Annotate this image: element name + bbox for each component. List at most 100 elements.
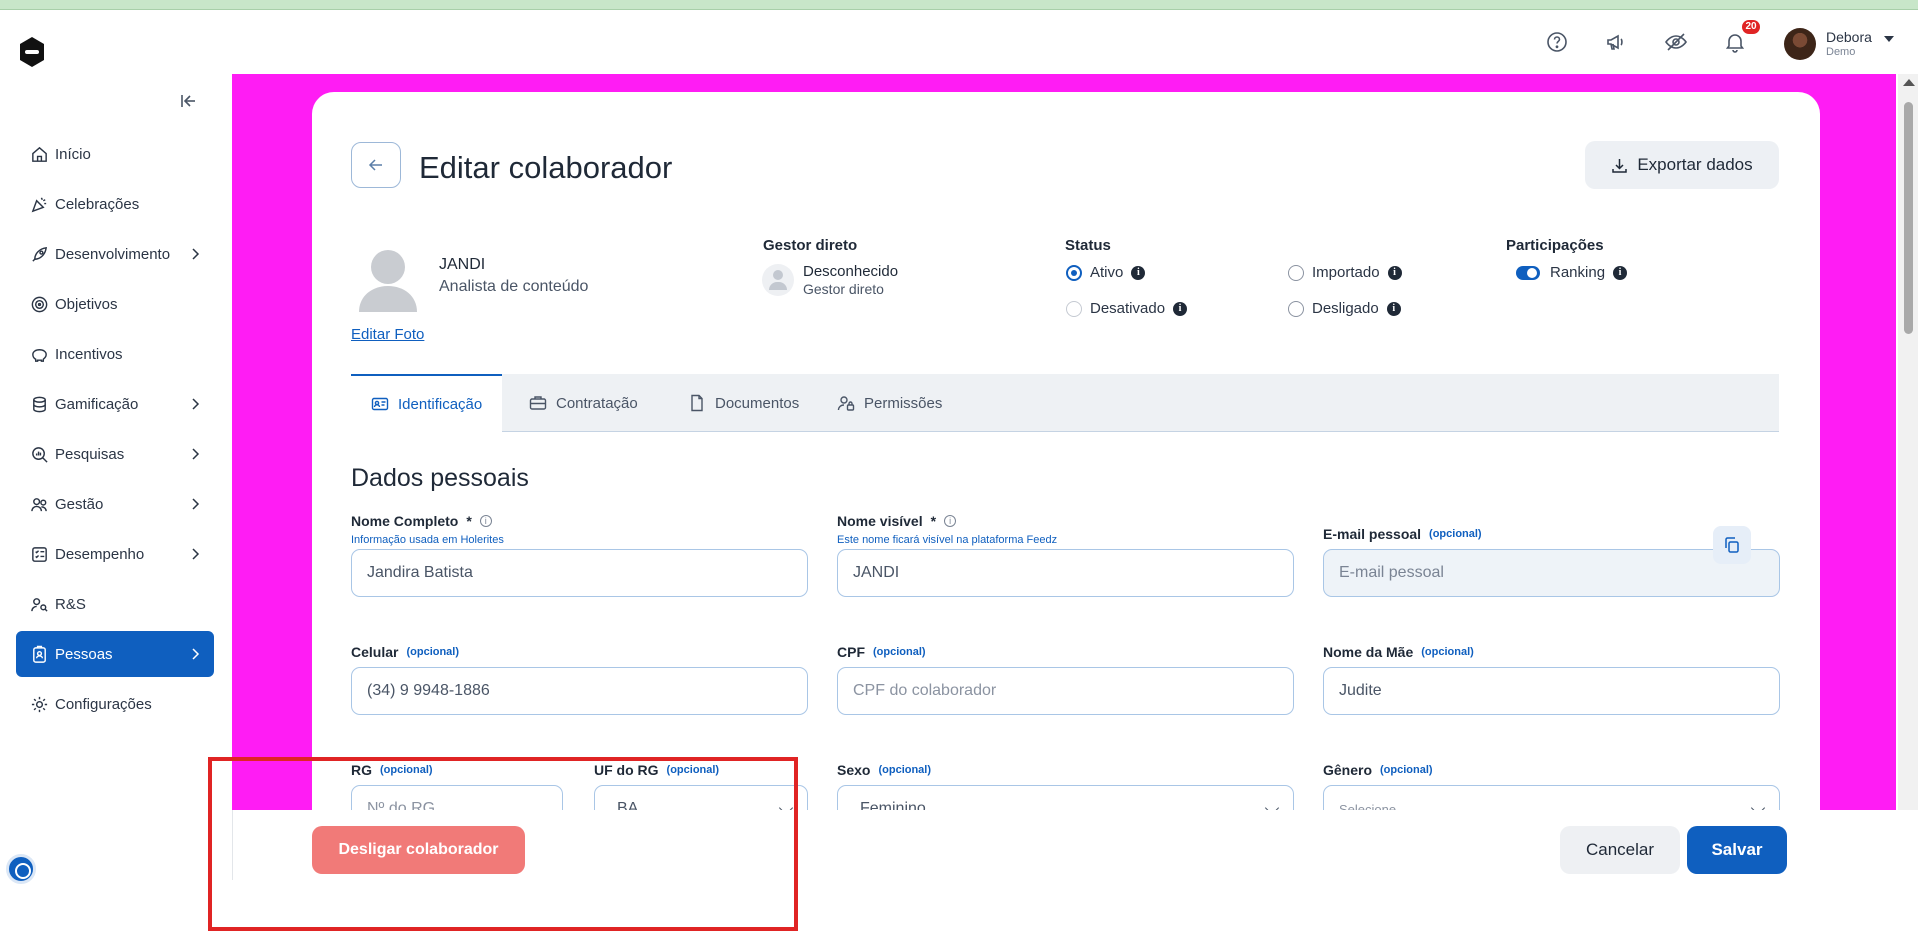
people-search-icon bbox=[31, 597, 48, 612]
info-icon[interactable]: i bbox=[1387, 265, 1402, 280]
sidebar-item-inicio[interactable]: Início bbox=[16, 131, 214, 177]
browser-top-strip bbox=[0, 0, 1918, 10]
copy-button[interactable] bbox=[1713, 526, 1751, 564]
edit-employee-card: Editar colaborador Exportar dados JANDI … bbox=[312, 92, 1820, 810]
nome-visivel-input[interactable]: JANDI bbox=[837, 549, 1294, 597]
download-icon bbox=[1612, 158, 1628, 173]
info-outline-icon[interactable]: i bbox=[479, 515, 492, 527]
chevron-right-icon bbox=[192, 398, 200, 410]
scrollbar-thumb[interactable] bbox=[1904, 102, 1913, 334]
email-field[interactable]: E-mail pessoal bbox=[1323, 549, 1780, 597]
chevron-right-icon bbox=[192, 548, 200, 560]
status-label: Ativo bbox=[1090, 264, 1124, 281]
sidebar-item-gamificacao[interactable]: Gamificação bbox=[16, 381, 214, 427]
genero-select[interactable]: Selecione bbox=[1323, 785, 1780, 810]
cpf-input[interactable]: CPF do colaborador bbox=[837, 667, 1294, 715]
manager-name: Desconhecido bbox=[803, 263, 899, 280]
sidebar-item-pesquisas[interactable]: Pesquisas bbox=[16, 431, 214, 477]
sidebar-item-label: Início bbox=[55, 145, 91, 163]
status-radio-desativado[interactable]: Desativado i bbox=[1066, 300, 1188, 317]
party-icon bbox=[31, 197, 47, 212]
save-button[interactable]: Salvar bbox=[1687, 826, 1787, 874]
people-icon bbox=[31, 497, 47, 511]
sidebar-item-label: Celebrações bbox=[55, 195, 140, 213]
collapse-sidebar-icon[interactable] bbox=[178, 92, 200, 110]
scrollbar[interactable] bbox=[1898, 74, 1918, 810]
help-icon[interactable] bbox=[1545, 30, 1569, 54]
sidebar-item-label: Desempenho bbox=[55, 545, 145, 563]
status-radio-importado[interactable]: Importado i bbox=[1288, 264, 1402, 281]
user-role: Demo bbox=[1826, 46, 1856, 58]
celular-input[interactable]: (34) 9 9948-1886 bbox=[351, 667, 808, 715]
tab-identificacao[interactable]: Identificação bbox=[351, 374, 503, 432]
nome-completo-label: Nome Completo * i bbox=[351, 513, 492, 529]
avatar[interactable] bbox=[1784, 28, 1816, 60]
info-icon[interactable]: i bbox=[1613, 265, 1628, 280]
sidebar-item-desempenho[interactable]: Desempenho bbox=[16, 531, 214, 577]
tab-label: Identificação bbox=[398, 395, 483, 413]
sidebar-item-label: Pessoas bbox=[55, 645, 113, 663]
search-chart-icon bbox=[32, 446, 48, 463]
info-icon[interactable]: i bbox=[1131, 265, 1146, 280]
sidebar-item-gestao[interactable]: Gestão bbox=[16, 481, 214, 527]
employee-role: Analista de conteúdo bbox=[439, 278, 589, 295]
arrow-left-icon bbox=[368, 159, 382, 171]
cancel-button[interactable]: Cancelar bbox=[1560, 826, 1680, 874]
participations-heading: Participações bbox=[1506, 237, 1604, 254]
celular-label: Celular (opcional) bbox=[351, 644, 460, 660]
info-icon[interactable]: i bbox=[1386, 301, 1401, 316]
status-radio-desligado[interactable]: Desligado i bbox=[1288, 300, 1401, 317]
tab-contratacao[interactable]: Contratação bbox=[529, 374, 638, 432]
support-chat-icon[interactable] bbox=[6, 854, 36, 884]
toggle-on-icon[interactable] bbox=[1516, 265, 1540, 280]
sidebar-item-label: Incentivos bbox=[55, 345, 123, 363]
copy-icon bbox=[1725, 537, 1739, 553]
notification-badge: 20 bbox=[1742, 20, 1760, 34]
chevron-down-icon[interactable] bbox=[1884, 36, 1894, 42]
edit-photo-link[interactable]: Editar Foto bbox=[351, 326, 424, 343]
tab-label: Contratação bbox=[556, 394, 638, 412]
chevron-right-icon bbox=[192, 248, 200, 260]
sidebar-item-desenvolvimento[interactable]: Desenvolvimento bbox=[16, 231, 214, 277]
export-data-label: Exportar dados bbox=[1637, 155, 1753, 174]
badge-icon bbox=[33, 645, 46, 663]
optional-tag: (opcional) bbox=[1429, 528, 1482, 540]
ranking-toggle[interactable]: Ranking i bbox=[1516, 264, 1628, 281]
optional-tag: (opcional) bbox=[878, 764, 932, 776]
back-button[interactable] bbox=[351, 142, 401, 188]
sidebar-item-celebracoes[interactable]: Celebrações bbox=[16, 181, 214, 227]
sidebar-item-pessoas[interactable]: Pessoas bbox=[16, 631, 214, 677]
id-card-icon bbox=[371, 397, 389, 411]
nome-mae-input[interactable]: Judite bbox=[1323, 667, 1780, 715]
nome-completo-hint: Informação usada em Holerites bbox=[351, 534, 504, 546]
target-icon bbox=[31, 296, 48, 312]
export-data-button[interactable]: Exportar dados bbox=[1585, 141, 1779, 189]
nome-completo-input[interactable]: Jandira Batista bbox=[351, 549, 808, 597]
radio-unchecked-icon bbox=[1066, 300, 1082, 317]
nome-mae-label: Nome da Mãe (opcional) bbox=[1323, 644, 1474, 660]
home-icon bbox=[32, 146, 47, 162]
info-outline-icon[interactable]: i bbox=[944, 515, 957, 527]
tab-permissoes[interactable]: Permissões bbox=[837, 374, 942, 432]
briefcase-icon bbox=[529, 396, 547, 410]
sidebar-item-rs[interactable]: R&S bbox=[16, 581, 214, 627]
feedz-logo-icon[interactable] bbox=[18, 36, 46, 68]
sidebar-item-configuracoes[interactable]: Configurações bbox=[16, 681, 214, 727]
employee-name: JANDI bbox=[439, 256, 486, 273]
sidebar-item-label: Objetivos bbox=[55, 295, 118, 313]
sidebar-item-objetivos[interactable]: Objetivos bbox=[16, 281, 214, 327]
user-name[interactable]: Debora bbox=[1826, 29, 1872, 45]
scroll-up-arrow-icon[interactable] bbox=[1903, 79, 1915, 86]
tab-documentos[interactable]: Documentos bbox=[688, 374, 799, 432]
megaphone-icon[interactable] bbox=[1604, 30, 1628, 54]
gear-icon bbox=[31, 696, 48, 712]
sexo-select[interactable]: Feminino bbox=[837, 785, 1294, 810]
eye-off-icon[interactable] bbox=[1664, 30, 1688, 54]
bell-icon[interactable] bbox=[1723, 30, 1747, 54]
required-asterisk: * bbox=[930, 513, 937, 529]
status-radio-ativo[interactable]: Ativo i bbox=[1066, 264, 1146, 281]
profile-photo-placeholder-icon bbox=[359, 250, 417, 312]
sidebar-item-label: Gamificação bbox=[55, 395, 139, 413]
info-icon[interactable]: i bbox=[1173, 301, 1188, 316]
sidebar-item-incentivos[interactable]: Incentivos bbox=[16, 331, 214, 377]
